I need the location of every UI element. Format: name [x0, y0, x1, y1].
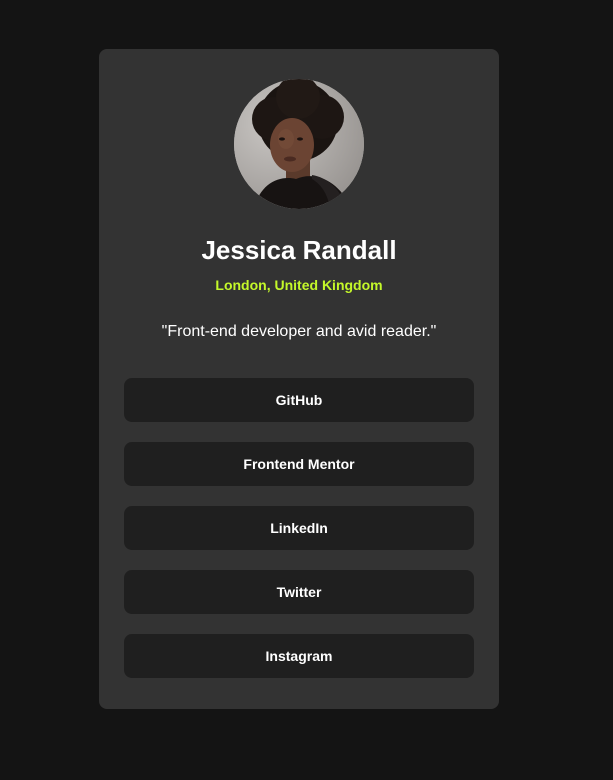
instagram-link-button[interactable]: Instagram — [124, 634, 474, 678]
twitter-link-button[interactable]: Twitter — [124, 570, 474, 614]
profile-name: Jessica Randall — [201, 235, 397, 265]
avatar — [234, 79, 364, 209]
profile-bio: "Front-end developer and avid reader." — [161, 323, 437, 340]
profile-card: Jessica Randall London, United Kingdom "… — [99, 49, 499, 709]
linkedin-link-button[interactable]: LinkedIn — [124, 506, 474, 550]
profile-photo-icon — [234, 79, 364, 209]
github-link-button[interactable]: GitHub — [124, 378, 474, 422]
social-links: GitHub Frontend Mentor LinkedIn Twitter … — [124, 378, 474, 678]
frontend-mentor-link-button[interactable]: Frontend Mentor — [124, 442, 474, 486]
profile-location: London, United Kingdom — [215, 277, 383, 293]
